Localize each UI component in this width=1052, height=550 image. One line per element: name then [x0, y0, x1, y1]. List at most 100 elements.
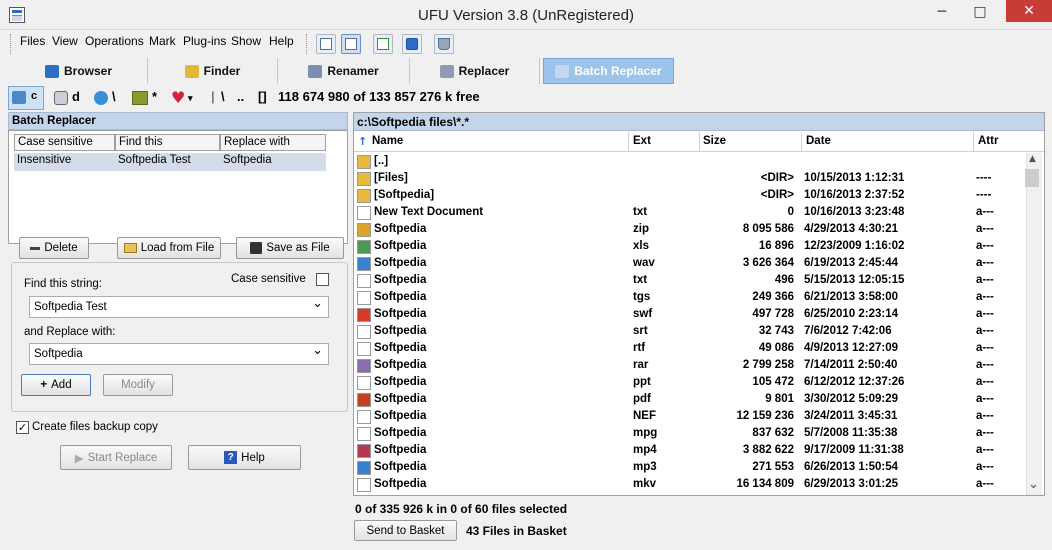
minimize-button[interactable]: ─: [925, 1, 959, 23]
tab-replacer[interactable]: Replacer: [410, 58, 540, 84]
start-replace-button[interactable]: ▶ Start Replace: [60, 445, 172, 470]
delete-button[interactable]: Delete: [19, 237, 89, 259]
table-row[interactable]: Softpedia swf 497 728 6/25/2010 2:23:14 a---: [354, 307, 1024, 324]
up-button[interactable]: ..: [237, 89, 244, 104]
drive-d-label[interactable]: d: [72, 89, 80, 104]
file-date: 7/6/2012 7:42:06: [804, 325, 892, 337]
menu-show[interactable]: Show: [231, 34, 261, 48]
menu-files[interactable]: Files: [20, 34, 45, 48]
table-row[interactable]: Softpedia mp3 271 553 6/26/2013 1:50:54 a---: [354, 460, 1024, 477]
help-button[interactable]: ? Help: [188, 445, 301, 470]
col-size[interactable]: Size: [703, 135, 726, 147]
list-view-icon[interactable]: [316, 34, 336, 54]
root-button[interactable]: \: [221, 89, 225, 104]
column-divider[interactable]: [699, 132, 700, 152]
modify-button[interactable]: Modify: [103, 374, 173, 396]
col-attr[interactable]: Attr: [978, 135, 998, 147]
vertical-scrollbar[interactable]: [1026, 153, 1042, 495]
column-divider[interactable]: [973, 132, 974, 152]
send-to-basket-button[interactable]: Send to Basket: [354, 520, 457, 541]
table-row[interactable]: [Softpedia] <DIR> 10/16/2013 2:37:52 ----: [354, 188, 1024, 205]
menu-view[interactable]: View: [52, 34, 78, 48]
file-date: 6/12/2012 12:37:26: [804, 376, 905, 388]
table-row[interactable]: Softpedia xls 16 896 12/23/2009 1:16:02 a---: [354, 239, 1024, 256]
table-row[interactable]: Insensitive Softpedia Test Softpedia: [14, 153, 326, 171]
col-case-sensitive[interactable]: Case sensitive: [14, 134, 115, 151]
drive-d-icon[interactable]: [54, 91, 68, 105]
toolbar-grip[interactable]: [306, 34, 309, 54]
table-row[interactable]: Softpedia mp4 3 882 622 9/17/2009 11:31:38 a…: [354, 443, 1024, 460]
tab-batch-replacer[interactable]: Batch Replacer: [543, 58, 674, 84]
tab-browser[interactable]: Browser: [10, 58, 148, 84]
find-string-combo[interactable]: Softpedia Test: [29, 293, 329, 318]
basket-icon[interactable]: [434, 34, 454, 54]
table-row[interactable]: Softpedia mkv 16 134 809 6/29/2013 3:01:25 a…: [354, 477, 1024, 494]
scrollbar-thumb[interactable]: [1025, 169, 1039, 187]
maximize-button[interactable]: □: [963, 1, 997, 23]
up-folder-icon: [357, 155, 371, 169]
file-attr: a---: [976, 274, 994, 286]
col-ext[interactable]: Ext: [633, 135, 651, 147]
col-name[interactable]: Name: [372, 135, 403, 147]
favorites-star[interactable]: *: [152, 89, 157, 104]
table-row[interactable]: Softpedia NEF 12 159 236 3/24/2011 3:45:31 a…: [354, 409, 1024, 426]
backup-checkbox[interactable]: ✓: [16, 421, 29, 434]
info-icon[interactable]: [402, 34, 422, 54]
column-divider[interactable]: [628, 132, 629, 152]
table-row[interactable]: Softpedia rar 2 799 258 7/14/2011 2:50:40 a-…: [354, 358, 1024, 375]
modify-label: Modify: [121, 379, 155, 391]
scroll-up-icon[interactable]: ▲: [1029, 154, 1036, 164]
table-row[interactable]: Softpedia tgs 249 366 6/21/2013 3:58:00 a---: [354, 290, 1024, 307]
table-row[interactable]: Softpedia txt 496 5/15/2013 12:05:15 a---: [354, 273, 1024, 290]
batch-rules-list[interactable]: Case sensitive Find this Replace with In…: [8, 130, 348, 244]
case-sensitive-checkbox[interactable]: [316, 273, 329, 286]
menu-mark[interactable]: Mark: [149, 34, 176, 48]
rule-case-cell: Insensitive: [17, 154, 72, 166]
text-file-icon: [357, 206, 371, 220]
table-row[interactable]: Softpedia srt 32 743 7/6/2012 7:42:06 a---: [354, 324, 1024, 341]
table-row[interactable]: [..]: [354, 154, 1024, 171]
table-row[interactable]: Softpedia zip 8 095 586 4/29/2013 4:30:21 a-…: [354, 222, 1024, 239]
favorites-box-icon[interactable]: [132, 91, 148, 105]
brackets-button[interactable]: []: [258, 89, 267, 104]
file-attr: a---: [976, 376, 994, 388]
image-file-icon: [357, 410, 371, 424]
table-row[interactable]: Softpedia mpg 837 632 5/7/2008 11:35:38 a---: [354, 426, 1024, 443]
sort-arrow-icon[interactable]: ↑: [358, 135, 367, 148]
menu-operations[interactable]: Operations: [85, 34, 144, 48]
table-row[interactable]: Softpedia ppt 105 472 6/12/2012 12:37:26 a--…: [354, 375, 1024, 392]
load-from-file-button[interactable]: Load from File: [117, 237, 221, 259]
menu-plugins[interactable]: Plug-ins: [183, 34, 226, 48]
table-row[interactable]: [Files] <DIR> 10/15/2013 1:12:31 ----: [354, 171, 1024, 188]
table-row[interactable]: Softpedia wav 3 626 364 6/19/2013 2:45:44 a-…: [354, 256, 1024, 273]
file-name: Softpedia: [374, 342, 427, 354]
tab-finder[interactable]: Finder: [148, 58, 278, 84]
file-name: Softpedia: [374, 427, 427, 439]
file-attr: a---: [976, 206, 994, 218]
scroll-down-icon[interactable]: ⌄: [1028, 477, 1039, 492]
heart-icon[interactable]: ♥: [171, 88, 185, 107]
tab-renamer[interactable]: Renamer: [278, 58, 410, 84]
heart-dropdown-icon[interactable]: ▾: [188, 93, 193, 104]
col-find-this[interactable]: Find this: [115, 134, 220, 151]
detail-view-icon[interactable]: [341, 34, 361, 54]
col-replace-with[interactable]: Replace with: [220, 134, 326, 151]
table-row[interactable]: New Text Document txt 0 10/16/2013 3:23:48 a…: [354, 205, 1024, 222]
close-button[interactable]: ✕: [1006, 0, 1052, 22]
col-date[interactable]: Date: [806, 135, 831, 147]
batch-replacer-header: Batch Replacer: [8, 112, 348, 130]
table-row[interactable]: Softpedia rtf 49 086 4/9/2013 12:27:09 a---: [354, 341, 1024, 358]
checklist-icon[interactable]: [373, 34, 393, 54]
network-icon[interactable]: [94, 91, 108, 105]
menu-help[interactable]: Help: [269, 34, 294, 48]
table-row[interactable]: Softpedia pdf 9 801 3/30/2012 5:09:29 a---: [354, 392, 1024, 409]
replace-with-combo[interactable]: Softpedia: [29, 340, 329, 365]
file-date: 3/30/2012 5:09:29: [804, 393, 898, 405]
drive-c-button[interactable]: c: [8, 86, 44, 110]
column-divider[interactable]: [801, 132, 802, 152]
save-as-file-button[interactable]: Save as File: [236, 237, 344, 259]
add-button[interactable]: + Add: [21, 374, 91, 396]
file-size: 2 799 258: [742, 359, 794, 371]
file-date: 10/16/2013 3:23:48: [804, 206, 905, 218]
basket-bar: Send to Basket 43 Files in Basket: [353, 520, 1045, 542]
